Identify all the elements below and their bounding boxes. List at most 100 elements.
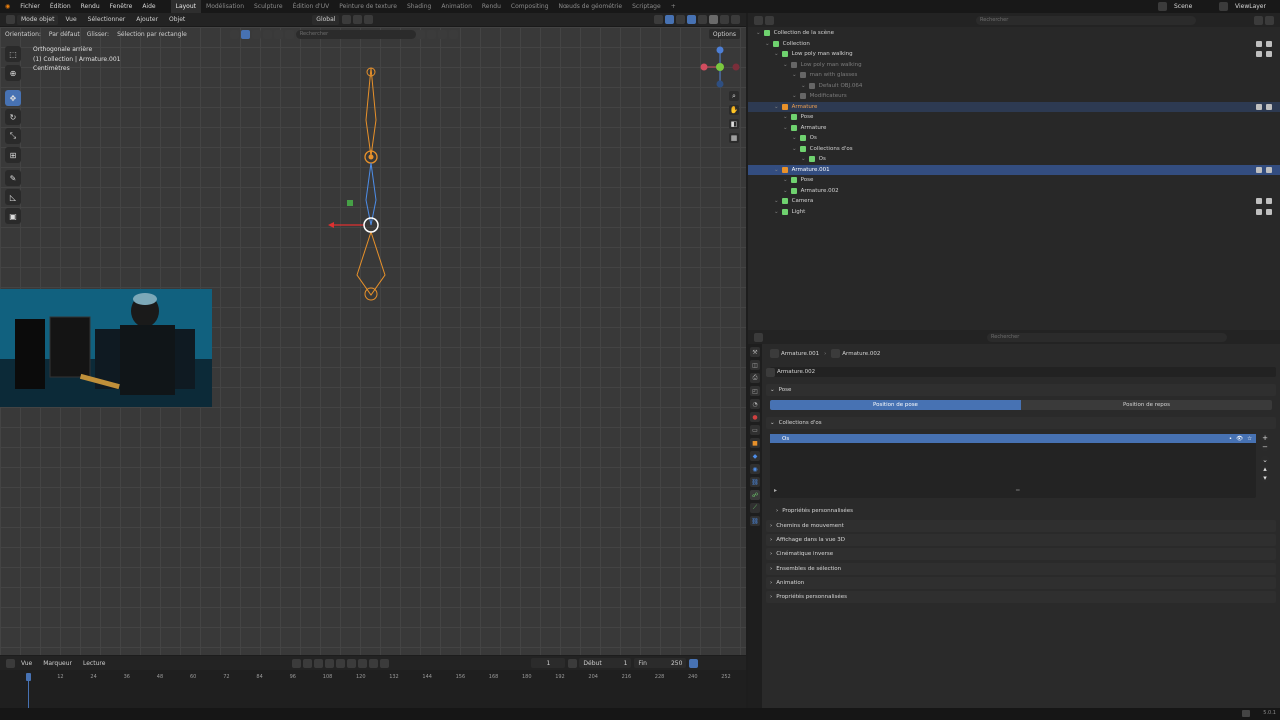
eye-icon[interactable] [1256, 166, 1262, 173]
scale-tool-icon[interactable]: ⤡ [5, 128, 21, 144]
jump-end-icon[interactable] [369, 658, 379, 668]
outliner-row[interactable]: ⌄ Low poly man walking [748, 60, 1280, 71]
jump-start-icon[interactable] [314, 658, 324, 668]
outliner-item-label[interactable]: Armature.001 [792, 167, 830, 173]
blender-logo-icon[interactable]: ◉ [0, 3, 15, 10]
remove-collection-icon[interactable]: − [1261, 443, 1269, 451]
outliner-row[interactable]: ⌄ Armature [748, 123, 1280, 134]
panel-pose[interactable]: ⌄ Pose [766, 384, 1276, 396]
timeline-area[interactable]: 12 24 36 48 60 72 84 96 108 120 132 144 156 168 180 192… [0, 670, 746, 708]
options-dropdown[interactable]: Options [708, 29, 740, 39]
view-layer-tab-icon[interactable]: ◰ [750, 386, 760, 396]
outliner-row[interactable]: ⌄ Armature.001 [748, 164, 1280, 175]
filter-icon[interactable] [229, 29, 239, 39]
expand-arrow-icon[interactable]: ⌄ [774, 104, 779, 110]
funnel-icon[interactable] [437, 29, 447, 39]
outliner-item-label[interactable]: Os [819, 156, 826, 162]
outliner-row[interactable]: ⌄ Modificateurs [748, 91, 1280, 102]
outliner-row[interactable]: ⌄ Camera [748, 196, 1280, 207]
menu-edit[interactable]: Édition [45, 3, 76, 10]
move-tool-icon[interactable]: ✥ [5, 90, 21, 106]
outliner-editor-icon[interactable] [754, 15, 763, 25]
outliner-row[interactable]: ⌄ Collection de la scène [748, 28, 1280, 39]
panel-bone-collections[interactable]: ⌄ Collections d'os [766, 417, 1276, 429]
timeline-menu-marker[interactable]: Marqueur [39, 658, 76, 668]
camera-render-icon[interactable] [1266, 103, 1272, 110]
outliner-search-input[interactable]: Rechercher [976, 15, 1196, 25]
viewport-search-input[interactable]: Rechercher [295, 29, 416, 39]
outliner-item-label[interactable]: Low poly man walking [801, 62, 862, 68]
tab-sculpting[interactable]: Sculpture [249, 0, 288, 13]
menu-file[interactable]: Fichier [15, 3, 45, 10]
transform-tool-icon[interactable]: ⊞ [5, 147, 21, 163]
gizmo-icon[interactable] [665, 15, 674, 24]
playback-dropdown[interactable]: Lecture [79, 658, 109, 668]
outliner-item-label[interactable]: Armature.002 [801, 188, 839, 194]
add-collection-icon[interactable]: + [1261, 434, 1269, 442]
overlay-icon[interactable] [676, 15, 685, 24]
tab-uv-editing[interactable]: Édition d'UV [288, 0, 335, 13]
output-tab-icon[interactable]: ⎙ [750, 373, 760, 383]
outliner-row[interactable]: ⌄ Pose [748, 175, 1280, 186]
outliner-row[interactable]: ⌄ Default OBJ.064 [748, 81, 1280, 92]
restrict-icon[interactable] [448, 29, 458, 39]
collapsed-panel[interactable]: › Ensembles de sélection [766, 562, 1276, 575]
object-tab-icon[interactable]: ■ [750, 438, 760, 448]
menu-help[interactable]: Aide [137, 3, 160, 10]
outliner-item-label[interactable]: Camera [792, 198, 814, 204]
bone-collections-list[interactable]: Os • 👁 ☆ ▸ ═ [770, 434, 1256, 498]
collection-menu-icon[interactable]: ⌄ [1261, 456, 1269, 464]
camera-view-icon[interactable]: ◧ [729, 119, 739, 129]
expand-arrow-icon[interactable]: ⌄ [783, 188, 788, 194]
transform-orientation[interactable]: Global [312, 14, 340, 25]
menu-render[interactable]: Rendu [76, 3, 105, 10]
eye-icon[interactable]: 👁 [1236, 436, 1243, 442]
world-tab-icon[interactable]: ● [750, 412, 760, 422]
resize-handle-icon[interactable]: ═ [1016, 487, 1020, 494]
tab-layout[interactable]: Layout [170, 0, 202, 13]
outliner-row[interactable]: ⌄ Os [748, 154, 1280, 165]
expand-arrow-icon[interactable]: ⌄ [783, 177, 788, 183]
annotate-tool-icon[interactable]: ✎ [5, 170, 21, 186]
bone-collection-name[interactable]: Os [782, 436, 789, 442]
proportional-edit-icon[interactable] [364, 15, 374, 24]
menu-object[interactable]: Objet [165, 15, 189, 25]
star-icon[interactable]: ☆ [1247, 436, 1252, 442]
collapsed-panel[interactable]: › Chemins de mouvement [766, 520, 1276, 532]
dot-icon[interactable]: • [1229, 436, 1232, 442]
end-frame-field[interactable]: Fin 250 [634, 658, 687, 668]
xray-icon[interactable] [687, 15, 696, 24]
measure-tool-icon[interactable]: ◺ [5, 189, 21, 205]
subpanel-custom-props[interactable]: › Propriétés personnalisées [776, 508, 1280, 514]
expand-arrow-icon[interactable]: ⌄ [774, 51, 779, 57]
expand-arrow-icon[interactable]: ⌄ [792, 72, 797, 78]
tool-tab-icon[interactable]: ⚒ [750, 347, 760, 357]
eye-icon[interactable] [1256, 51, 1262, 58]
properties-editor-icon[interactable] [754, 332, 763, 342]
select-extend-icon[interactable] [251, 29, 261, 39]
outliner-row[interactable]: ⌄ Collections d'os [748, 144, 1280, 155]
add-workspace-icon[interactable]: + [666, 0, 681, 13]
tab-geometry-nodes[interactable]: Nœuds de géométrie [554, 0, 628, 13]
view-toggle-icon[interactable] [426, 29, 436, 39]
camera-render-icon[interactable] [1266, 166, 1272, 173]
outliner-item-label[interactable]: Pose [801, 114, 814, 120]
collapsed-panel[interactable]: › Cinématique inverse [766, 548, 1276, 561]
data-block-name[interactable]: Armature.002 [777, 369, 815, 375]
eye-icon[interactable] [1256, 198, 1262, 205]
next-key-icon[interactable] [358, 658, 368, 668]
tab-texture-paint[interactable]: Peinture de texture [334, 0, 402, 13]
collapsed-panel[interactable]: › Affichage dans la vue 3D [766, 534, 1276, 547]
expand-arrow-icon[interactable]: ⌄ [801, 156, 806, 162]
render-tab-icon[interactable]: ◫ [750, 360, 760, 370]
eye-icon[interactable] [1256, 103, 1262, 110]
shading-wireframe-icon[interactable] [698, 15, 707, 24]
collapsed-panel[interactable]: › Propriétés personnalisées [766, 591, 1276, 603]
outliner-item-label[interactable]: man with glasses [810, 72, 858, 78]
expand-arrow-icon[interactable]: ⌄ [774, 167, 779, 173]
outliner-item-label[interactable]: Collections d'os [810, 146, 853, 152]
modifier-tab-icon[interactable]: ◆ [750, 451, 760, 461]
outliner-item-label[interactable]: Low poly man walking [792, 51, 853, 57]
collapsed-panel[interactable]: › Animation [766, 576, 1276, 589]
rest-position-button[interactable]: Position de repos [1021, 400, 1272, 410]
